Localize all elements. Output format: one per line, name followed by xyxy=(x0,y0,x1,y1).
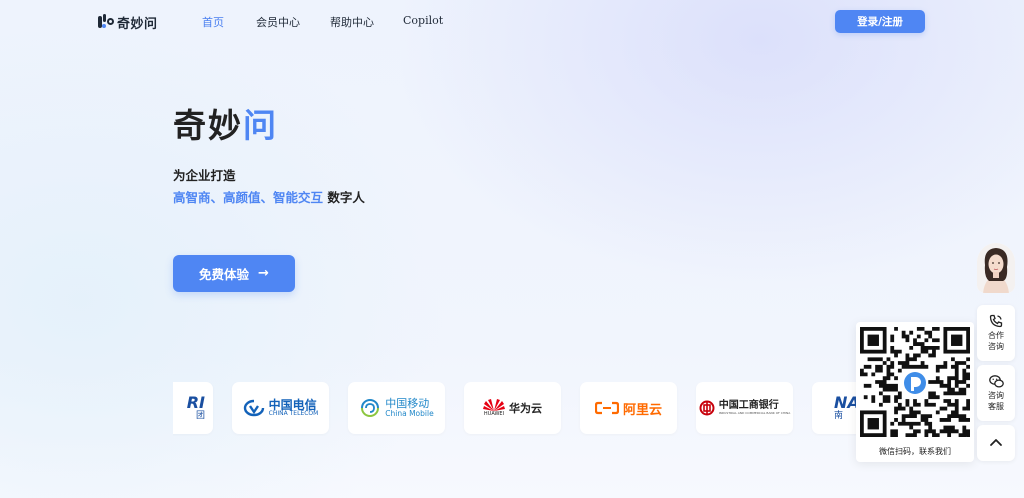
customer-service-label: 咨询客服 xyxy=(988,390,1004,411)
icbc-logo-icon xyxy=(699,400,715,416)
partner-track: RI 团 中国电信 CHINA TELECOM 中国移动 China Mobil… xyxy=(173,382,856,434)
assistant-avatar[interactable] xyxy=(977,243,1015,293)
hero-subtitle-line2: 高智商、高颜值、智能交互 数字人 xyxy=(173,187,365,206)
china-telecom-logo-icon xyxy=(243,399,264,417)
partner-china-telecom-sub: CHINA TELECOM xyxy=(268,410,319,418)
partner-huawei-sub: HUAWEI xyxy=(483,411,505,418)
wechat-icon xyxy=(988,374,1004,388)
customer-service-button[interactable]: 咨询客服 xyxy=(977,365,1015,421)
wechat-qr-card: 微信扫码，联系我们 xyxy=(856,322,974,462)
partner-huawei-cloud-text: 华为云 xyxy=(509,402,542,415)
partner-nari-sub: 南 xyxy=(834,410,844,421)
nav-link-home[interactable]: 首页 xyxy=(202,14,224,30)
nav-link-member-center[interactable]: 会员中心 xyxy=(256,14,300,30)
hero-title: 奇妙问 xyxy=(173,99,278,147)
partner-card-china-telecom: 中国电信 CHINA TELECOM xyxy=(232,382,329,434)
partner-card-huawei-cloud: HUAWEI 华为云 xyxy=(464,382,561,434)
partner-nari-partial-sub: 团 xyxy=(195,410,205,421)
free-trial-label: 免费体验 xyxy=(199,267,250,282)
huawei-logo-icon xyxy=(483,399,505,412)
top-nav: 奇妙问 首页 会员中心 帮助中心 Copilot 登录/注册 xyxy=(0,0,1024,44)
hero-subtitle-line1: 为企业打造 xyxy=(173,168,236,183)
cooperation-consult-label: 合作咨询 xyxy=(988,331,1004,351)
hero-title-main: 奇妙 xyxy=(173,106,243,145)
page: 奇妙问 首页 会员中心 帮助中心 Copilot 登录/注册 奇妙问 为企业打造… xyxy=(0,0,1024,498)
logo-icon xyxy=(98,14,114,30)
partner-nari-text: NA xyxy=(834,392,856,412)
partner-card-aliyun: 阿里云 xyxy=(580,382,677,434)
chevron-up-icon xyxy=(990,439,1002,446)
partner-card-icbc: 中国工商银行 INDUSTRIAL AND COMMERCIAL BANK OF… xyxy=(696,382,793,434)
qr-caption: 微信扫码，联系我们 xyxy=(879,447,951,456)
hero-subtitle-accent: 高智商、高颜值、智能交互 xyxy=(173,190,324,205)
partner-logos: RI 团 中国电信 CHINA TELECOM 中国移动 China Mobil… xyxy=(173,382,856,436)
china-mobile-logo-icon xyxy=(361,398,380,418)
partner-card-china-mobile: 中国移动 China Mobile xyxy=(348,382,445,434)
assistant-avatar-image xyxy=(977,243,1015,293)
partner-nari-partial-text: RI xyxy=(186,392,205,412)
wechat-qr-code xyxy=(860,327,970,437)
nav-link-copilot[interactable]: Copilot xyxy=(403,14,443,27)
arrow-right-icon: → xyxy=(258,266,269,281)
login-register-button[interactable]: 登录/注册 xyxy=(835,10,925,33)
partner-card-nari-partial: RI 团 xyxy=(173,382,213,434)
aliyun-logo-icon xyxy=(594,401,619,415)
hero-title-accent: 问 xyxy=(243,106,278,145)
logo[interactable]: 奇妙问 xyxy=(98,12,158,32)
partner-china-mobile-sub: China Mobile xyxy=(385,408,434,418)
hero-subtitle-rest: 数字人 xyxy=(323,190,365,205)
phone-icon xyxy=(989,314,1003,328)
free-trial-button[interactable]: 免费体验 → xyxy=(173,255,295,292)
partner-icbc-sub: INDUSTRIAL AND COMMERCIAL BANK OF CHINA xyxy=(718,410,791,415)
nav-link-help-center[interactable]: 帮助中心 xyxy=(330,14,374,30)
partner-card-nari: NA 南 xyxy=(812,382,856,434)
logo-text: 奇妙问 xyxy=(117,16,158,32)
partner-aliyun-text: 阿里云 xyxy=(622,402,662,418)
cooperation-consult-button[interactable]: 合作咨询 xyxy=(977,305,1015,361)
back-to-top-button[interactable] xyxy=(977,425,1015,461)
